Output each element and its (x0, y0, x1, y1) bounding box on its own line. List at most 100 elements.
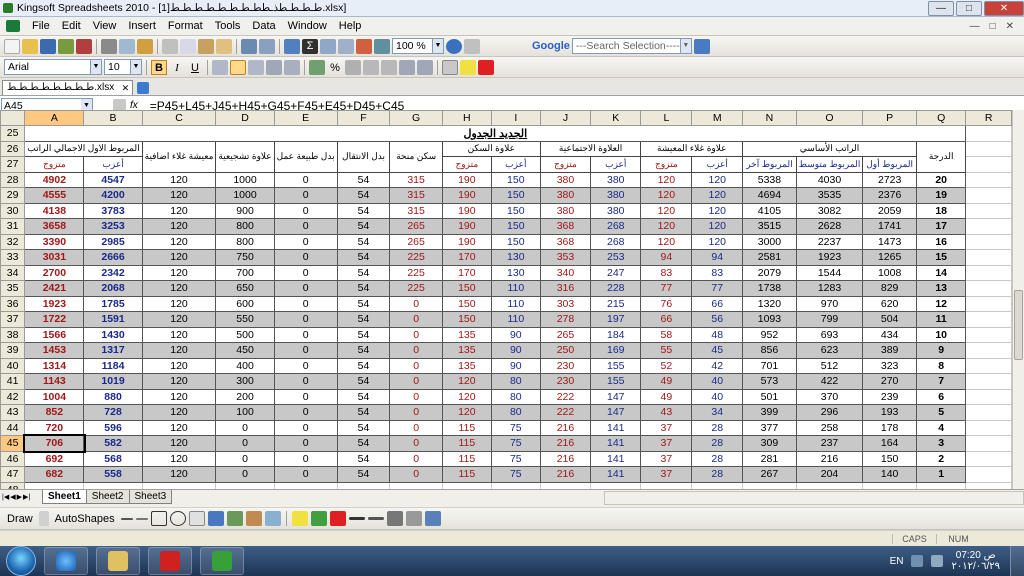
data-cell-M[interactable]: 42 (691, 357, 744, 374)
data-cell-D[interactable]: 0 (215, 466, 275, 483)
sort-descending-icon[interactable] (338, 38, 354, 54)
row-header[interactable]: 29 (0, 187, 26, 204)
decrease-decimal-icon[interactable] (381, 59, 397, 75)
wordart-icon[interactable] (207, 511, 224, 526)
data-cell-F[interactable]: 54 (336, 280, 391, 297)
percent-button[interactable]: % (327, 60, 343, 75)
document-tab[interactable]: طـطـطـطـطـطـطـط.xlsx ✕ (2, 80, 134, 95)
cell[interactable] (965, 280, 1012, 297)
data-cell-Q[interactable]: 16 (915, 233, 967, 250)
subheader-cell[interactable]: المربوط متوسط (795, 156, 864, 173)
column-header-I[interactable]: I (490, 110, 541, 126)
data-cell-J[interactable]: 222 (539, 388, 592, 405)
data-cell-M[interactable]: 56 (691, 311, 744, 328)
data-cell-P[interactable]: 140 (862, 466, 917, 483)
data-cell-F[interactable]: 54 (336, 233, 391, 250)
column-header-O[interactable]: O (795, 110, 864, 126)
data-cell-E[interactable]: 0 (273, 388, 338, 405)
data-cell-L[interactable]: 120 (640, 218, 693, 235)
subheader-cell[interactable]: متزوج (24, 156, 85, 173)
data-cell-K[interactable]: 268 (590, 233, 642, 250)
draw-menu[interactable]: Draw (4, 513, 36, 525)
data-cell-P[interactable]: 2059 (862, 202, 917, 219)
data-cell-A[interactable]: 3390 (24, 233, 85, 250)
pdf-export-icon[interactable] (76, 38, 92, 54)
cell[interactable] (640, 481, 693, 489)
data-cell-D[interactable]: 1000 (215, 171, 275, 188)
data-cell-I[interactable]: 110 (490, 311, 541, 328)
data-cell-L[interactable]: 120 (640, 202, 693, 219)
data-cell-J[interactable]: 216 (539, 435, 592, 452)
arrow-style-icon[interactable] (386, 511, 403, 526)
row-header[interactable]: 26 (0, 140, 26, 157)
data-cell-Q[interactable]: 15 (915, 249, 967, 266)
data-cell-Q[interactable]: 12 (915, 295, 967, 312)
data-cell-E[interactable]: 0 (273, 311, 338, 328)
cell[interactable] (83, 481, 143, 489)
print-icon[interactable] (101, 38, 117, 54)
data-cell-O[interactable]: 4030 (795, 171, 864, 188)
data-cell-G[interactable]: 265 (389, 218, 443, 235)
data-cell-A[interactable]: 4555 (24, 187, 85, 204)
data-cell-F[interactable]: 54 (336, 435, 391, 452)
row-header[interactable]: 38 (0, 326, 26, 343)
data-cell-P[interactable]: 1265 (862, 249, 917, 266)
cell[interactable] (965, 450, 1012, 467)
cell[interactable] (965, 419, 1012, 436)
data-cell-L[interactable]: 37 (640, 450, 693, 467)
data-cell-M[interactable]: 77 (691, 280, 744, 297)
data-cell-O[interactable]: 204 (795, 466, 864, 483)
data-cell-L[interactable]: 55 (640, 342, 693, 359)
data-cell-E[interactable]: 0 (273, 342, 338, 359)
data-cell-J[interactable]: 368 (539, 233, 592, 250)
data-cell-P[interactable]: 1473 (862, 233, 917, 250)
data-cell-P[interactable]: 164 (862, 435, 917, 452)
data-cell-O[interactable]: 2628 (795, 218, 864, 235)
data-cell-M[interactable]: 34 (691, 404, 744, 421)
data-cell-L[interactable]: 76 (640, 295, 693, 312)
data-cell-J[interactable]: 222 (539, 404, 592, 421)
subheader-cell[interactable]: أعزب (83, 156, 143, 173)
data-cell-F[interactable]: 54 (336, 404, 391, 421)
data-cell-F[interactable]: 54 (336, 311, 391, 328)
data-cell-I[interactable]: 90 (490, 357, 541, 374)
data-cell-E[interactable]: 0 (273, 466, 338, 483)
bold-button[interactable]: B (151, 59, 167, 75)
minimize-button[interactable]: — (928, 0, 954, 16)
data-cell-Q[interactable]: 3 (915, 435, 967, 452)
data-cell-B[interactable]: 3253 (83, 218, 143, 235)
header-cell[interactable]: معيشة غلاء اضافية (141, 140, 217, 173)
row-header[interactable]: 35 (0, 280, 26, 297)
search-input[interactable]: ---Search Selection---- ▼ (571, 38, 692, 54)
data-cell-C[interactable]: 120 (141, 342, 217, 359)
increase-indent-icon[interactable] (417, 59, 433, 75)
data-cell-M[interactable]: 83 (691, 264, 744, 281)
taskbar-ie[interactable] (44, 547, 88, 575)
sheet-tab-3[interactable]: Sheet3 (128, 490, 173, 504)
data-cell-K[interactable]: 169 (590, 342, 642, 359)
header-cell[interactable]: العلاوة الاجتماعية (539, 140, 642, 157)
data-cell-P[interactable]: 1741 (862, 218, 917, 235)
header-cell[interactable]: بدل الانتقال (336, 140, 391, 173)
spreadsheet-grid[interactable]: A B C D E F G H I J K L M N O P Q R 25 الجديد الجدول 26 المرب… (0, 110, 1012, 489)
data-cell-L[interactable]: 77 (640, 280, 693, 297)
data-cell-P[interactable]: 239 (862, 388, 917, 405)
cell[interactable] (965, 125, 1012, 142)
data-cell-O[interactable]: 237 (795, 435, 864, 452)
data-cell-N[interactable]: 377 (742, 419, 797, 436)
data-cell-G[interactable]: 0 (389, 342, 443, 359)
data-cell-L[interactable]: 83 (640, 264, 693, 281)
cell[interactable] (539, 481, 592, 489)
data-cell-G[interactable]: 225 (389, 280, 443, 297)
data-cell-M[interactable]: 120 (691, 202, 744, 219)
data-cell-I[interactable]: 110 (490, 280, 541, 297)
data-cell-P[interactable]: 323 (862, 357, 917, 374)
data-cell-N[interactable]: 309 (742, 435, 797, 452)
data-cell-J[interactable]: 380 (539, 202, 592, 219)
font-color-icon[interactable] (478, 59, 494, 75)
save-icon[interactable] (40, 38, 56, 54)
cell[interactable] (965, 295, 1012, 312)
data-cell-G[interactable]: 0 (389, 388, 443, 405)
data-cell-B[interactable]: 880 (83, 388, 143, 405)
data-cell-D[interactable]: 1000 (215, 187, 275, 204)
